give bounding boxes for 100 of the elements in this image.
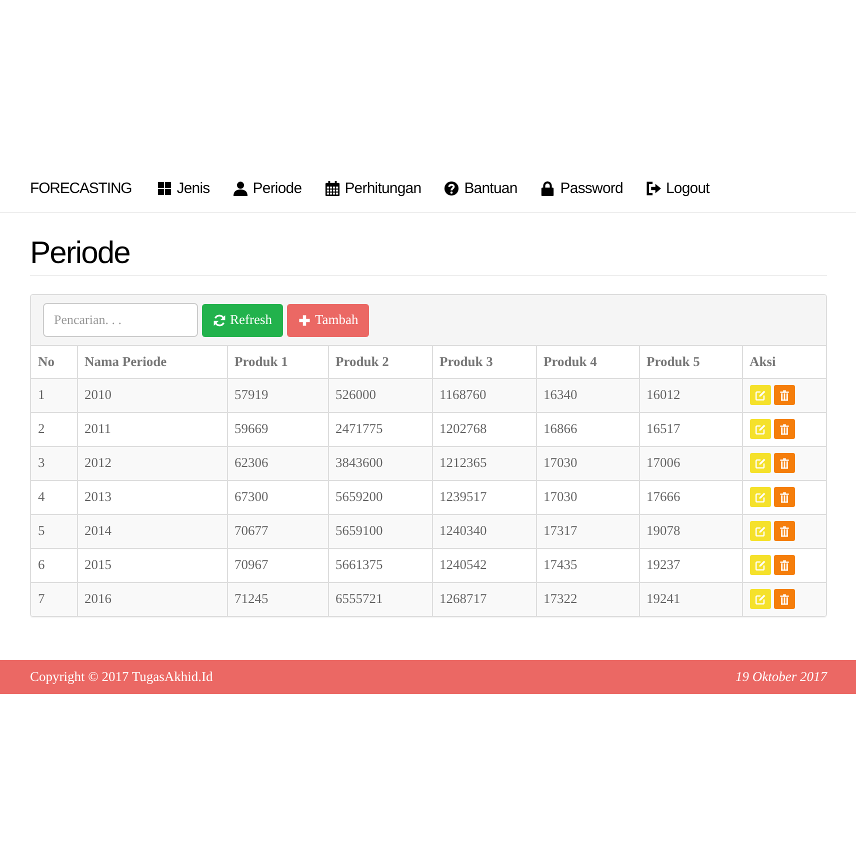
table-cell: 19241 [639,582,742,616]
table-cell: 526000 [328,378,432,412]
table-cell: 7 [31,582,77,616]
table-cell: 62306 [227,446,328,480]
plus-icon [298,314,311,326]
table-cell: 1268717 [432,582,536,616]
page-title: Periode [30,233,827,276]
edit-icon [754,594,766,605]
edit-button[interactable] [750,385,770,405]
table-cell: 1 [31,378,77,412]
table-cell: 71245 [227,582,328,616]
grid-icon [156,181,172,196]
lock-icon [540,181,556,196]
delete-button[interactable] [774,385,794,405]
edit-button[interactable] [750,589,770,610]
table-cell: 5659200 [328,480,432,514]
delete-button[interactable] [774,555,794,575]
trash-icon [778,526,790,536]
trash-icon [778,424,790,434]
table-cell: 17666 [639,480,742,514]
table-cell: 1168760 [432,378,536,412]
table-cell: 3 [31,446,77,480]
nav-link[interactable]: Logout [646,180,710,197]
edit-button[interactable] [750,419,770,439]
delete-button[interactable] [774,521,794,541]
delete-button[interactable] [774,589,794,610]
edit-button[interactable] [750,487,770,507]
nav-link[interactable]: Password [540,180,623,197]
edit-icon [754,458,766,468]
table-cell: 1240340 [432,514,536,548]
table-cell: 17317 [536,514,639,548]
column-header: Produk 5 [639,346,742,378]
table-cell: 5661375 [328,548,432,582]
table-cell: 1239517 [432,480,536,514]
delete-button[interactable] [774,419,794,439]
table-cell: 67300 [227,480,328,514]
logout-icon [646,181,661,196]
table-cell: 16866 [536,412,639,446]
table-cell: 17322 [536,582,639,616]
table-cell: 1240542 [432,548,536,582]
refresh-icon [213,314,226,326]
table-cell: 16517 [639,412,742,446]
table-cell: 1202768 [432,412,536,446]
user-icon [232,181,248,196]
table-cell: 3843600 [328,446,432,480]
nav-link[interactable]: Bantuan [444,180,518,197]
column-header: Produk 1 [227,346,328,378]
edit-icon [754,390,766,400]
table-cell: 16012 [639,378,742,412]
nav-link[interactable]: Jenis [156,180,210,197]
table-cell: 1212365 [432,446,536,480]
table-cell: 2016 [77,582,227,616]
table-cell: 17006 [639,446,742,480]
nav-link[interactable]: Perhitungan [324,180,422,197]
table-cell: 57919 [227,378,328,412]
copyright-text: Copyright © 2017 TugasAkhid.Id [30,669,213,685]
delete-button[interactable] [774,453,794,473]
edit-icon [754,526,766,536]
help-icon [444,181,460,196]
table-cell: 4 [31,480,77,514]
table-cell: 2014 [77,514,227,548]
column-header: Nama Periode [77,346,227,378]
edit-button[interactable] [750,555,770,575]
table-cell: 2015 [77,548,227,582]
table-cell: 2012 [77,446,227,480]
edit-button[interactable] [750,453,770,473]
trash-icon [778,594,790,605]
table-cell: 17030 [536,446,639,480]
table-cell: 2011 [77,412,227,446]
trash-icon [778,560,790,570]
table-cell: 6 [31,548,77,582]
table-cell: 2010 [77,378,227,412]
table-cell: 17030 [536,480,639,514]
table-cell: 70677 [227,514,328,548]
edit-icon [754,492,766,502]
table-cell: 59669 [227,412,328,446]
column-header: Produk 4 [536,346,639,378]
trash-icon [778,458,790,468]
calendar-icon [324,181,340,196]
table-cell: 19237 [639,548,742,582]
trash-icon [778,492,790,502]
brand-link[interactable]: FORECASTING [30,180,132,197]
table-cell: 2471775 [328,412,432,446]
table-cell: 19078 [639,514,742,548]
trash-icon [778,390,790,400]
table-cell: 5659100 [328,514,432,548]
delete-button[interactable] [774,487,794,507]
edit-button[interactable] [750,521,770,541]
table-cell: 17435 [536,548,639,582]
column-header: Produk 2 [328,346,432,378]
nav-link[interactable]: Periode [232,180,302,197]
table-cell: 70967 [227,548,328,582]
edit-icon [754,424,766,434]
edit-icon [754,560,766,570]
footer-date: 19 Oktober 2017 [736,669,827,685]
table-cell: 16340 [536,378,639,412]
column-header: No [31,346,77,378]
search-field[interactable]: Pencarian. . . [43,303,198,337]
table-cell: 2 [31,412,77,446]
table-cell: 5 [31,514,77,548]
